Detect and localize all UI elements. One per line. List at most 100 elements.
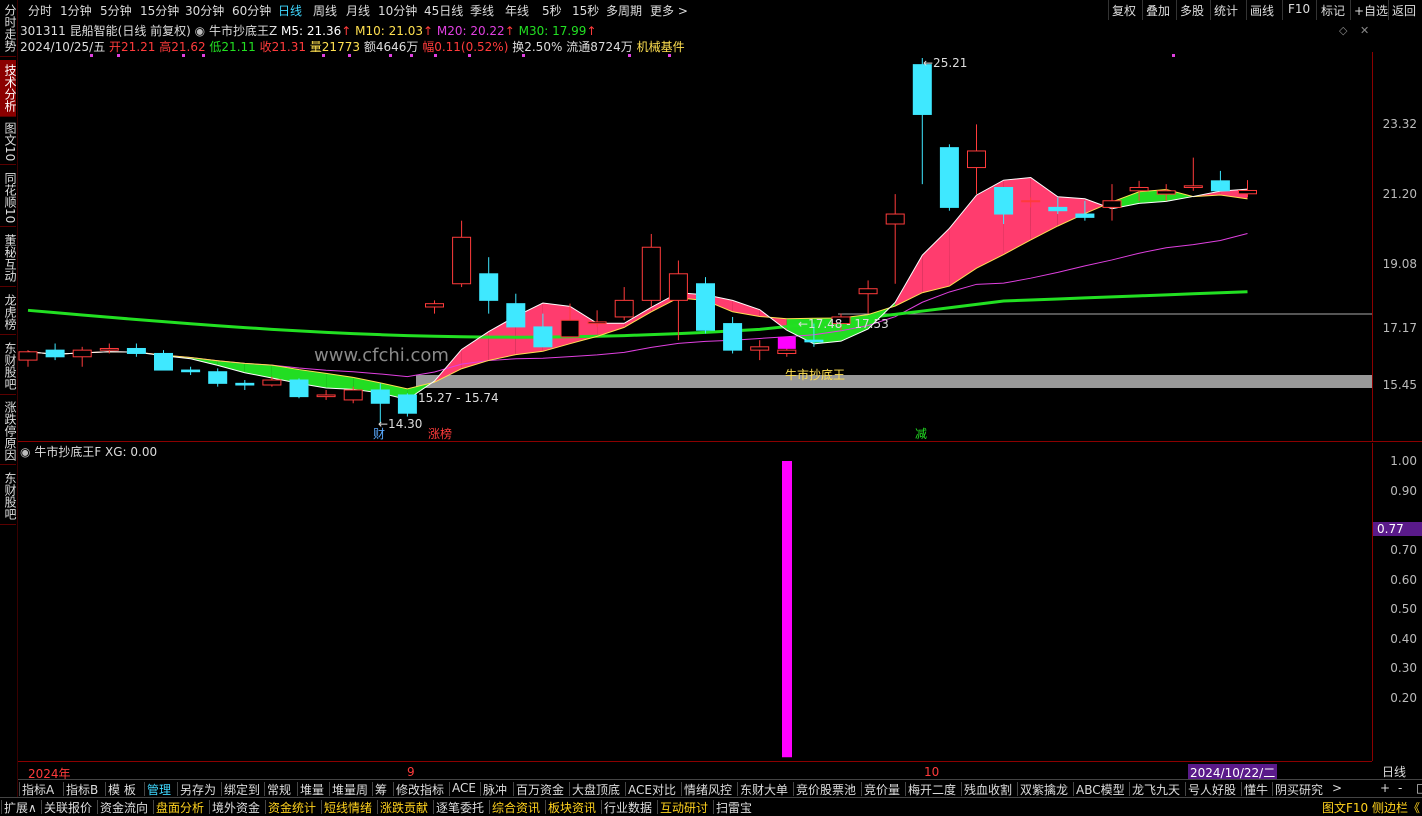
indicator-tab-4[interactable]: 另存为	[180, 781, 216, 798]
panel-close-icon[interactable]: ✕	[1360, 24, 1369, 37]
toolbar-right-0[interactable]: 复权	[1112, 2, 1136, 19]
indicator-tab-22[interactable]: 双紫擒龙	[1020, 781, 1068, 798]
indicator-tab-16[interactable]: 情绪风控	[684, 781, 732, 798]
zoom-control-2[interactable]: □	[1416, 781, 1422, 795]
function-tab-3[interactable]: 盘面分析	[156, 799, 204, 816]
candle[interactable]	[968, 124, 986, 194]
left-tab-5[interactable]: 龙虎榜	[0, 290, 16, 335]
candle[interactable]	[426, 300, 444, 313]
period-tab-8[interactable]: 月线	[346, 2, 370, 19]
function-tab-4[interactable]: 境外资金	[212, 799, 260, 816]
toolbar-right-2[interactable]: 多股	[1180, 2, 1204, 19]
period-tab-0[interactable]: 分时	[28, 2, 52, 19]
indicator-tab-5[interactable]: 绑定到	[224, 781, 260, 798]
period-tab-4[interactable]: 30分钟	[185, 2, 224, 19]
toolbar-right-5[interactable]: F10	[1288, 2, 1310, 16]
left-tab-7[interactable]: 涨跌停原因	[0, 398, 16, 465]
indicator-tab-11[interactable]: ACE	[452, 781, 476, 795]
indicator-tab-3[interactable]: 管理	[147, 781, 171, 798]
period-tab-13[interactable]: 5秒	[542, 2, 562, 19]
candle[interactable]	[398, 393, 416, 416]
signal-chart[interactable]	[18, 443, 1372, 761]
period-tab-7[interactable]: 周线	[313, 2, 337, 19]
function-tab-0[interactable]: 扩展∧	[4, 799, 37, 816]
left-tab-2[interactable]: 图文10	[0, 120, 16, 165]
candle[interactable]	[46, 344, 64, 361]
indicator-tab-10[interactable]: 修改指标	[396, 781, 444, 798]
indicator-toggle-icon[interactable]: ◉	[195, 24, 205, 38]
toolbar-right-6[interactable]: 标记	[1321, 2, 1345, 19]
left-tab-6[interactable]: 东财股吧	[0, 338, 16, 395]
candle[interactable]	[859, 280, 877, 313]
function-tab-7[interactable]: 涨跌贡献	[380, 799, 428, 816]
candle[interactable]	[236, 380, 254, 390]
function-tab-13[interactable]: 扫雷宝	[716, 799, 752, 816]
toolbar-right-7[interactable]: +自选	[1354, 2, 1388, 19]
period-tab-1[interactable]: 1分钟	[60, 2, 92, 19]
indicator-tab-9[interactable]: 筹	[375, 781, 387, 798]
indicator-tab-15[interactable]: ACE对比	[628, 781, 676, 798]
function-tab-10[interactable]: 板块资讯	[548, 799, 596, 816]
indicator-tab-13[interactable]: 百万资金	[516, 781, 564, 798]
period-tab-10[interactable]: 45日线	[424, 2, 463, 19]
period-tab-3[interactable]: 15分钟	[140, 2, 179, 19]
indicator-tab-6[interactable]: 常规	[267, 781, 291, 798]
candle[interactable]	[73, 347, 91, 367]
zoom-control-1[interactable]: -	[1398, 781, 1402, 795]
sidebar-toggle[interactable]: 图文F10 侧边栏《	[1322, 799, 1420, 816]
indicator-tab-8[interactable]: 堆量周	[332, 781, 368, 798]
toolbar-right-1[interactable]: 叠加	[1146, 2, 1170, 19]
function-tab-8[interactable]: 逐笔委托	[436, 799, 484, 816]
indicator-tab-24[interactable]: 龙飞九天	[1132, 781, 1180, 798]
function-tab-6[interactable]: 短线情绪	[324, 799, 372, 816]
period-tab-5[interactable]: 60分钟	[232, 2, 271, 19]
indicator-tab-14[interactable]: 大盘顶底	[572, 781, 620, 798]
scroll-right-arrow[interactable]: >	[1332, 781, 1342, 795]
indicator-tab-25[interactable]: 号人好股	[1188, 781, 1236, 798]
candle[interactable]	[1211, 171, 1229, 191]
period-tab-15[interactable]: 多周期	[606, 2, 642, 19]
indicator-tab-27[interactable]: 阴买研究	[1275, 781, 1323, 798]
left-tab-1[interactable]: 技术分析	[0, 60, 16, 117]
toolbar-right-3[interactable]: 统计	[1214, 2, 1238, 19]
indicator-tab-7[interactable]: 堆量	[300, 781, 324, 798]
candle[interactable]	[453, 221, 471, 287]
indicator-tab-21[interactable]: 残血收割	[964, 781, 1012, 798]
period-tab-16[interactable]: 更多 >	[650, 2, 688, 19]
left-tab-4[interactable]: 董秘互动	[0, 230, 16, 287]
toolbar-right-8[interactable]: 返回	[1392, 2, 1416, 19]
period-tab-14[interactable]: 15秒	[572, 2, 599, 19]
candle[interactable]	[724, 317, 742, 354]
panel-options-icon[interactable]: ◇	[1339, 24, 1347, 37]
period-tab-2[interactable]: 5分钟	[100, 2, 132, 19]
indicator-tab-2[interactable]: 模 板	[108, 781, 136, 798]
indicator-tab-0[interactable]: 指标A	[22, 781, 54, 798]
indicator-name[interactable]: 牛市抄底王Z	[209, 24, 277, 38]
period-tab-12[interactable]: 年线	[505, 2, 529, 19]
left-tab-8[interactable]: 东财股吧	[0, 468, 16, 525]
period-tab-11[interactable]: 季线	[470, 2, 494, 19]
candle[interactable]	[1184, 158, 1202, 191]
function-tab-12[interactable]: 互动研讨	[660, 799, 708, 816]
candle[interactable]	[182, 367, 200, 375]
candle[interactable]	[669, 261, 687, 341]
left-tab-3[interactable]: 同花顺10	[0, 170, 16, 227]
indicator-tab-1[interactable]: 指标B	[66, 781, 98, 798]
candle[interactable]	[751, 340, 769, 360]
indicator-tab-26[interactable]: 懂牛	[1244, 781, 1268, 798]
signal-bar[interactable]	[782, 461, 792, 757]
toolbar-right-4[interactable]: 画线	[1250, 2, 1274, 19]
indicator-tab-18[interactable]: 竞价股票池	[796, 781, 856, 798]
candle[interactable]	[317, 390, 335, 400]
candle[interactable]	[1103, 184, 1121, 221]
function-tab-1[interactable]: 关联报价	[44, 799, 92, 816]
candle[interactable]	[507, 294, 525, 327]
function-tab-9[interactable]: 综合资讯	[492, 799, 540, 816]
indicator-tab-19[interactable]: 竞价量	[864, 781, 900, 798]
left-tab-0[interactable]: 分时走势	[0, 0, 16, 57]
indicator-tab-17[interactable]: 东财大单	[740, 781, 788, 798]
candlestick-chart[interactable]: ←25.21←14.3015.27 - 15.74←17.48 - 17.53牛…	[18, 52, 1372, 442]
candle[interactable]	[697, 277, 715, 333]
candle[interactable]	[290, 378, 308, 398]
candle[interactable]	[209, 368, 227, 386]
